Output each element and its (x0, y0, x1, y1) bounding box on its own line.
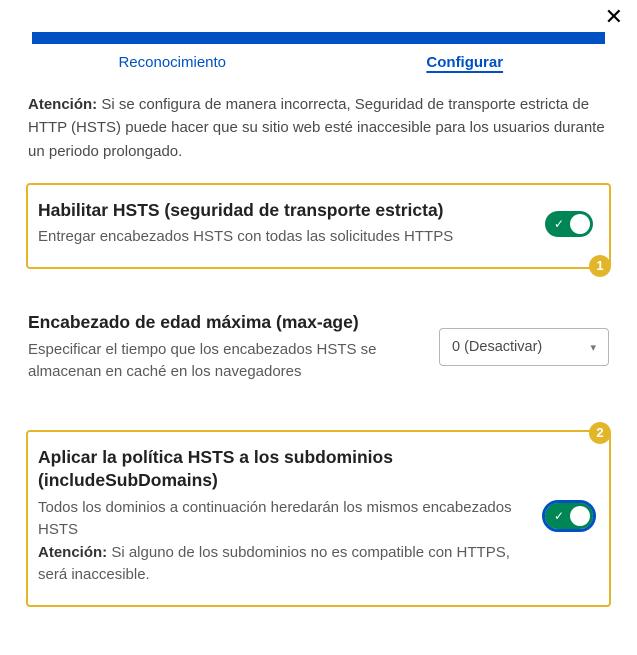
subdomains-warning: Atención: Si alguno de los subdominios n… (38, 542, 521, 587)
close-icon[interactable]: ✕ (605, 6, 623, 28)
subdomains-warn-text: Si alguno de los subdominios no es compa… (38, 544, 510, 584)
toggle-knob (570, 214, 590, 234)
subdomains-toggle[interactable]: ✓ (545, 503, 593, 529)
max-age-desc: Especificar el tiempo que los encabezado… (28, 339, 415, 384)
check-icon: ✓ (554, 510, 564, 522)
warning-label: Atención: (28, 96, 97, 113)
tabs: Reconocimiento Configurar (26, 50, 611, 75)
enable-hsts-title: Habilitar HSTS (seguridad de transporte … (38, 199, 521, 223)
enable-hsts-toggle[interactable]: ✓ (545, 211, 593, 237)
max-age-select[interactable]: 0 (Desactivar) ▾ (439, 328, 609, 366)
subdomains-title: Aplicar la política HSTS a los subdomini… (38, 446, 521, 493)
chevron-down-icon: ▾ (590, 341, 596, 354)
subdomains-warn-label: Atención: (38, 544, 107, 561)
select-value: 0 (Desactivar) (452, 339, 542, 355)
progress-bar (32, 32, 605, 44)
callout-badge-2: 2 (589, 422, 611, 444)
tab-configure[interactable]: Configurar (319, 50, 612, 75)
section-max-age: Encabezado de edad máxima (max-age) Espe… (26, 297, 611, 402)
check-icon: ✓ (554, 218, 564, 230)
enable-hsts-desc: Entregar encabezados HSTS con todas las … (38, 226, 521, 249)
section-subdomains: 2 Aplicar la política HSTS a los subdomi… (26, 430, 611, 607)
top-warning: Atención: Si se configura de manera inco… (28, 93, 609, 163)
tab-recognition[interactable]: Reconocimiento (26, 50, 319, 75)
section-enable-hsts: Habilitar HSTS (seguridad de transporte … (26, 183, 611, 269)
toggle-knob (570, 506, 590, 526)
warning-text: Si se configura de manera incorrecta, Se… (28, 96, 605, 160)
subdomains-desc: Todos los dominios a continuación hereda… (38, 497, 521, 542)
callout-badge-1: 1 (589, 255, 611, 277)
max-age-title: Encabezado de edad máxima (max-age) (28, 311, 415, 335)
